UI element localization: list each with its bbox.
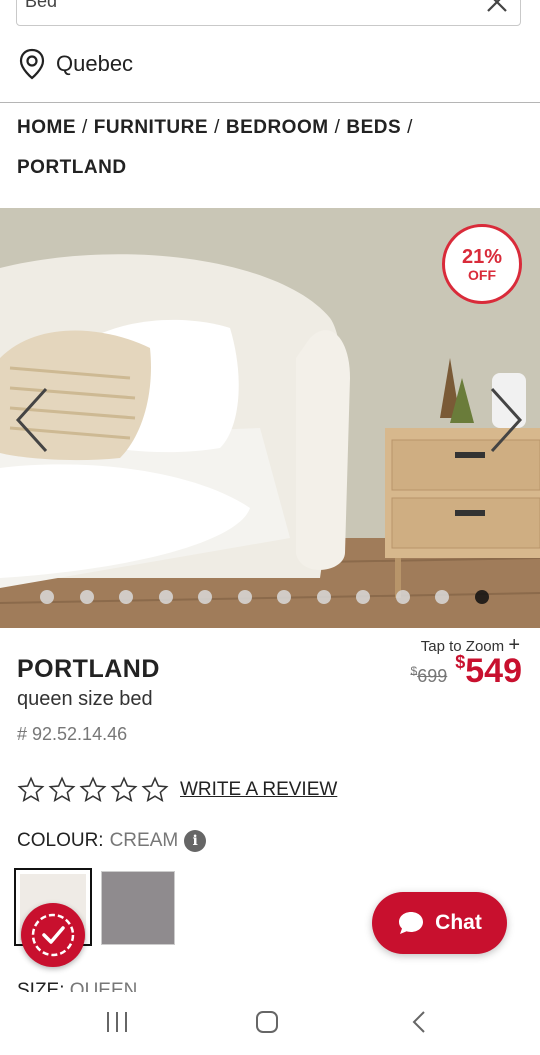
chat-bubble-icon [399,912,424,934]
currency-symbol: $ [455,652,466,672]
location-label: Quebec [56,51,134,76]
recent-apps-icon[interactable] [104,1009,130,1035]
carousel-dot[interactable] [435,590,449,604]
discount-label: OFF [468,267,496,283]
star-icon [110,776,138,803]
store-location[interactable]: Quebec [18,48,133,80]
colour-value: CREAM [109,830,179,851]
carousel-dots [40,590,489,604]
next-image-arrow-icon[interactable] [486,385,526,455]
carousel-dot[interactable] [79,590,94,604]
discount-badge: 21% OFF [442,224,522,304]
carousel-dot[interactable] [277,590,291,604]
breadcrumb-bedroom[interactable]: BEDROOM [226,117,329,138]
carousel-dot[interactable] [40,590,54,604]
discount-percent: 21% [461,246,503,268]
divider [0,102,540,103]
breadcrumb-separator: / [334,117,341,138]
size-label: SIZE: [17,980,65,992]
breadcrumb-separator: / [407,117,413,138]
chat-label: Chat [435,911,482,934]
breadcrumb-separator: / [214,117,220,138]
star-icon [48,776,76,803]
home-icon[interactable] [254,1009,280,1035]
previous-image-arrow-icon[interactable] [12,385,52,455]
colour-label: COLOUR: [17,830,104,851]
search-input[interactable]: Bed [16,0,521,26]
back-icon[interactable] [406,1009,432,1035]
sale-price: $549 [455,652,522,691]
info-icon[interactable]: i [184,830,207,852]
search-query: Bed [25,0,58,11]
product-sku: # 92.52.14.46 [17,724,128,744]
star-icon [141,776,169,803]
carousel-dot[interactable] [316,590,331,604]
system-nav-bar [0,995,540,1055]
sale-price-value: 549 [465,652,522,690]
location-pin-icon [19,48,45,80]
size-selector-label: SIZE: QUEEN [17,980,137,992]
rating-stars: WRITE A REVIEW [17,776,337,804]
product-name: PORTLAND [17,655,160,683]
clear-search-icon[interactable] [484,0,510,13]
size-value: QUEEN [69,980,138,992]
original-price-value: 699 [417,666,448,686]
star-icon [17,776,45,803]
swatch-grey[interactable] [101,871,175,945]
carousel-dot[interactable] [119,590,133,604]
original-price: $699 [411,664,448,687]
price: $699 $549 [411,652,522,691]
carousel-dot[interactable] [237,590,252,604]
colour-selector-label: COLOUR: CREAM i [17,830,207,852]
accessibility-button[interactable] [21,903,85,967]
carousel-dot[interactable] [158,590,173,604]
carousel-dot[interactable] [198,590,212,604]
star-icon [79,776,107,803]
breadcrumb-beds[interactable]: BEDS [346,117,401,138]
product-subtitle: queen size bed [17,688,153,710]
chat-button[interactable]: Chat [372,892,507,954]
write-review-link[interactable]: WRITE A REVIEW [180,779,337,801]
breadcrumb-separator: / [82,117,88,138]
carousel-dot[interactable] [356,590,370,604]
carousel-dot[interactable] [474,590,489,604]
carousel-dot[interactable] [395,590,410,604]
accessibility-icon [31,913,75,957]
breadcrumb-furniture[interactable]: FURNITURE [94,117,208,138]
breadcrumb-portland: PORTLAND [17,157,127,178]
breadcrumb-home[interactable]: HOME [17,117,76,138]
breadcrumb: HOME / FURNITURE / BEDROOM / BEDS / PORTLAND [17,108,527,188]
